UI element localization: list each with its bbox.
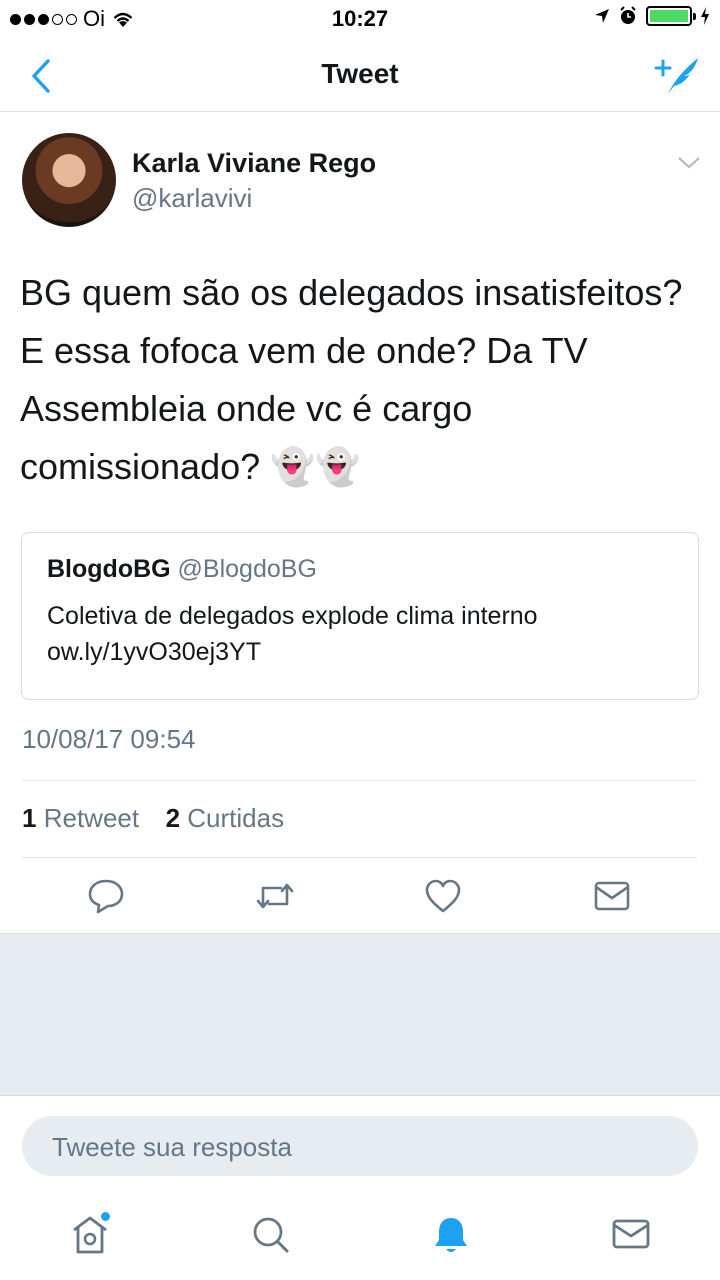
retweet-count[interactable]: 1	[22, 803, 36, 833]
reply-input[interactable]: Tweete sua resposta	[22, 1116, 698, 1176]
navigation-bar: Tweet	[0, 38, 720, 112]
divider	[22, 857, 697, 858]
charging-icon	[701, 7, 709, 25]
home-notification-dot	[101, 1212, 110, 1221]
quoted-author-handle: @BlogdoBG	[177, 555, 317, 583]
retweet-icon[interactable]	[255, 878, 295, 914]
dm-icon[interactable]	[592, 878, 632, 914]
author-name[interactable]: Karla Viviane Rego	[132, 148, 376, 179]
chevron-down-icon[interactable]	[676, 152, 702, 172]
location-arrow-icon	[595, 9, 609, 23]
quoted-tweet-header: BlogdoBG @BlogdoBG	[47, 555, 317, 584]
alarm-icon	[620, 6, 636, 24]
quoted-tweet-text: Coletiva de delegados explode clima inte…	[47, 602, 538, 666]
compose-icon[interactable]	[654, 54, 702, 98]
tweet-text: BG quem são os delegados insatisfeitos? …	[20, 272, 683, 487]
quoted-author-name: BlogdoBG	[47, 555, 171, 583]
likes-label[interactable]: Curtidas	[187, 803, 284, 833]
empty-content-area	[0, 933, 720, 1096]
retweet-label[interactable]: Retweet	[44, 803, 139, 833]
divider	[22, 780, 697, 781]
likes-count[interactable]: 2	[166, 803, 180, 833]
search-icon[interactable]	[250, 1212, 290, 1256]
page-title: Tweet	[321, 58, 399, 89]
tweet-actions	[0, 862, 720, 932]
messages-icon[interactable]	[611, 1212, 651, 1256]
status-right	[594, 6, 710, 26]
status-bar: Oi 10:27	[0, 0, 720, 38]
tweet-timestamp: 10/08/17 09:54	[22, 724, 196, 754]
reply-icon[interactable]	[86, 878, 126, 914]
quoted-tweet[interactable]: BlogdoBG @BlogdoBG Coletiva de delegados…	[21, 532, 699, 700]
reply-placeholder: Tweete sua resposta	[52, 1132, 292, 1162]
tab-bar	[0, 1196, 720, 1280]
avatar[interactable]	[22, 133, 116, 227]
notifications-icon[interactable]	[431, 1212, 471, 1256]
tweet-stats: 1 Retweet 2 Curtidas	[22, 803, 284, 834]
author-handle[interactable]: @karlavivi	[132, 183, 252, 214]
like-icon[interactable]	[423, 878, 463, 914]
battery-icon	[646, 6, 696, 26]
